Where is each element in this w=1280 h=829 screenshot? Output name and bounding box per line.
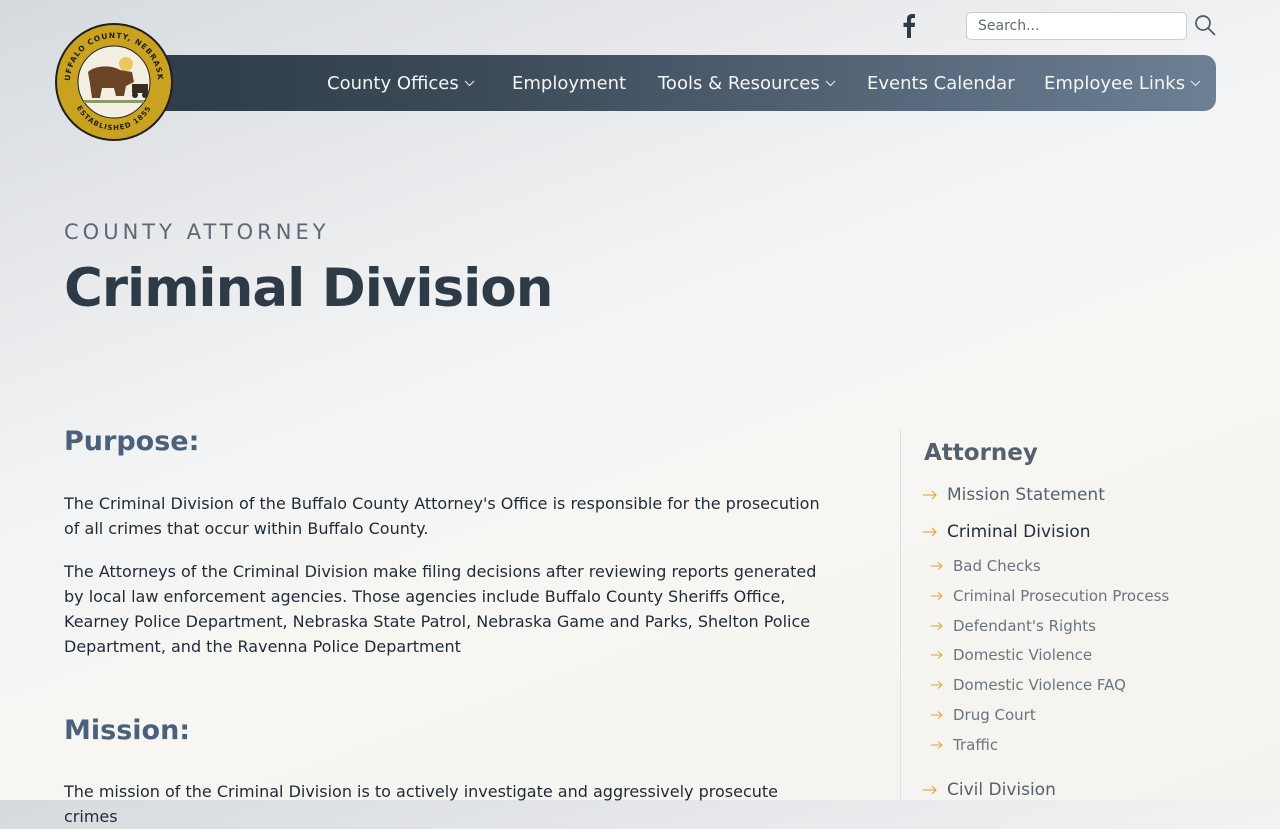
purpose-paragraph-1: The Criminal Division of the Buffalo Cou… (64, 494, 820, 538)
sidebar-item-label: Traffic (953, 736, 999, 754)
chevron-down-icon (464, 80, 475, 87)
arrow-right-icon (931, 650, 944, 660)
sidebar-nav: Attorney Mission Statement Criminal Divi… (900, 430, 1280, 800)
mission-paragraph-1: The mission of the Criminal Division is … (64, 782, 779, 826)
arrow-right-icon (923, 785, 938, 795)
page-eyebrow: COUNTY ATTORNEY (64, 220, 330, 244)
arrow-right-icon (931, 621, 944, 631)
sidebar-item-drug-court[interactable]: Drug Court (931, 706, 1036, 724)
nav-employee-links[interactable]: Employee Links (1044, 55, 1201, 111)
nav-employment[interactable]: Employment (512, 55, 626, 111)
sidebar-item-label: Criminal Prosecution Process (953, 587, 1170, 605)
search-button[interactable] (1192, 12, 1218, 38)
nav-tools-resources[interactable]: Tools & Resources (658, 55, 836, 111)
sidebar-item-label: Mission Statement (947, 485, 1105, 505)
sidebar-item-criminal-division[interactable]: Criminal Division (923, 522, 1091, 542)
county-seal-logo[interactable]: BUFFALO COUNTY, NEBRASKA ESTABLISHED 185… (51, 15, 174, 142)
facebook-link[interactable] (898, 12, 920, 40)
sidebar-item-domestic-violence[interactable]: Domestic Violence (931, 646, 1092, 664)
nav-label: Tools & Resources (658, 72, 820, 94)
sidebar-item-domestic-violence-faq[interactable]: Domestic Violence FAQ (931, 676, 1126, 694)
arrow-right-icon (931, 561, 944, 571)
sidebar-item-mission-statement[interactable]: Mission Statement (923, 485, 1105, 505)
search-icon (1195, 15, 1216, 36)
sidebar-item-label: Civil Division (947, 780, 1056, 800)
sidebar-item-label: Defendant's Rights (953, 617, 1096, 635)
page-title: Criminal Division (64, 258, 553, 319)
arrow-right-icon (931, 710, 944, 720)
nav-label: Employee Links (1044, 72, 1186, 94)
chevron-down-icon (1190, 80, 1201, 87)
arrow-right-icon (923, 490, 938, 500)
main-nav: County Offices Employment Tools & Resour… (110, 55, 1216, 111)
mission-heading: Mission: (64, 715, 191, 746)
sidebar-item-label: Drug Court (953, 706, 1036, 724)
purpose-paragraph-2: The Attorneys of the Criminal Division m… (64, 562, 817, 656)
nav-events-calendar[interactable]: Events Calendar (867, 55, 1015, 111)
sidebar-item-label: Domestic Violence (953, 646, 1093, 664)
arrow-right-icon (931, 591, 944, 601)
nav-label: County Offices (327, 72, 459, 94)
purpose-heading: Purpose: (64, 426, 200, 457)
sidebar-item-civil-division[interactable]: Civil Division (923, 780, 1056, 800)
search-input[interactable] (966, 12, 1187, 40)
sidebar-item-bad-checks[interactable]: Bad Checks (931, 557, 1041, 575)
sidebar-item-label: Domestic Violence FAQ (953, 676, 1126, 694)
sidebar-item-criminal-prosecution-process[interactable]: Criminal Prosecution Process (931, 587, 1169, 605)
sidebar-item-label: Bad Checks (953, 557, 1041, 575)
chevron-down-icon (825, 80, 836, 87)
nav-county-offices[interactable]: County Offices (327, 55, 475, 111)
facebook-icon (903, 14, 916, 38)
sidebar-item-traffic[interactable]: Traffic (931, 736, 998, 754)
sidebar-item-defendants-rights[interactable]: Defendant's Rights (931, 617, 1096, 635)
top-bar (0, 0, 1280, 52)
arrow-right-icon (931, 680, 944, 690)
arrow-right-icon (923, 527, 938, 537)
arrow-right-icon (931, 740, 944, 750)
sidebar-title: Attorney (924, 440, 1038, 466)
sidebar-item-label: Criminal Division (947, 522, 1091, 542)
nav-label: Events Calendar (867, 72, 1015, 94)
nav-label: Employment (512, 72, 627, 94)
